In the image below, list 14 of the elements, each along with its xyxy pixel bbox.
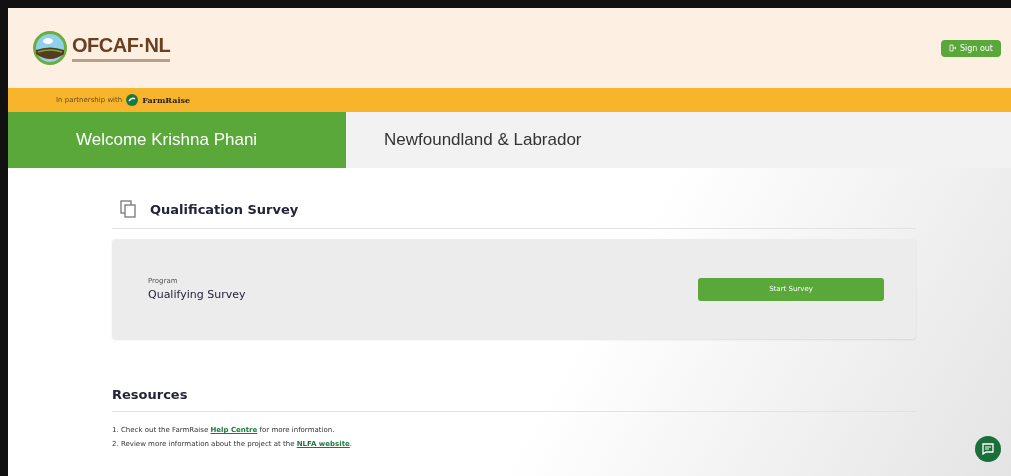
chat-button[interactable] — [975, 436, 1001, 462]
farmraise-logo-icon — [126, 94, 139, 106]
farm-logo-icon — [32, 30, 68, 66]
sign-out-button[interactable]: Sign out — [940, 39, 1001, 57]
partner-name: FarmRaise — [142, 95, 191, 105]
tab[interactable]: Newfoundland & Labrador — [346, 112, 646, 168]
section-title: Qualification Survey — [150, 201, 299, 217]
logo-text: OFCAF·NL — [72, 34, 171, 57]
sign-out-icon — [948, 44, 957, 52]
tab[interactable]: Welcome Krishna Phani — [8, 112, 346, 168]
chat-icon — [982, 443, 994, 455]
section-title: Resources — [112, 387, 188, 402]
copy-icon — [120, 200, 136, 218]
program-name: Qualifying Survey — [148, 288, 246, 301]
